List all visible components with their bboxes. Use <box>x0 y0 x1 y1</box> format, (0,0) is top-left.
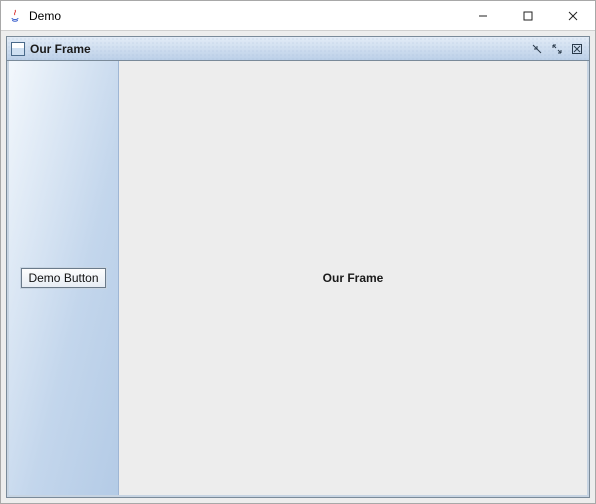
window-titlebar[interactable]: Demo <box>1 1 595 31</box>
internal-frame-title: Our Frame <box>30 42 91 56</box>
internal-frame-controls <box>529 42 585 56</box>
internal-frame-content: Demo Button Our Frame <box>7 61 589 497</box>
internal-maximize-icon[interactable] <box>549 42 565 56</box>
center-label: Our Frame <box>323 271 384 285</box>
minimize-button[interactable] <box>460 1 505 30</box>
close-button[interactable] <box>550 1 595 30</box>
application-window: Demo Our Frame <box>0 0 596 504</box>
java-icon <box>7 8 23 24</box>
center-panel: Our Frame <box>119 61 587 495</box>
window-controls <box>460 1 595 30</box>
frame-icon <box>11 42 25 56</box>
west-panel: Demo Button <box>9 61 119 495</box>
internal-frame[interactable]: Our Frame <box>6 36 590 498</box>
internal-close-icon[interactable] <box>569 42 585 56</box>
window-title: Demo <box>29 9 61 23</box>
desktop-pane: Our Frame <box>1 31 595 503</box>
internal-iconify-icon[interactable] <box>529 42 545 56</box>
maximize-button[interactable] <box>505 1 550 30</box>
internal-frame-titlebar[interactable]: Our Frame <box>7 37 589 61</box>
demo-button[interactable]: Demo Button <box>21 268 105 288</box>
